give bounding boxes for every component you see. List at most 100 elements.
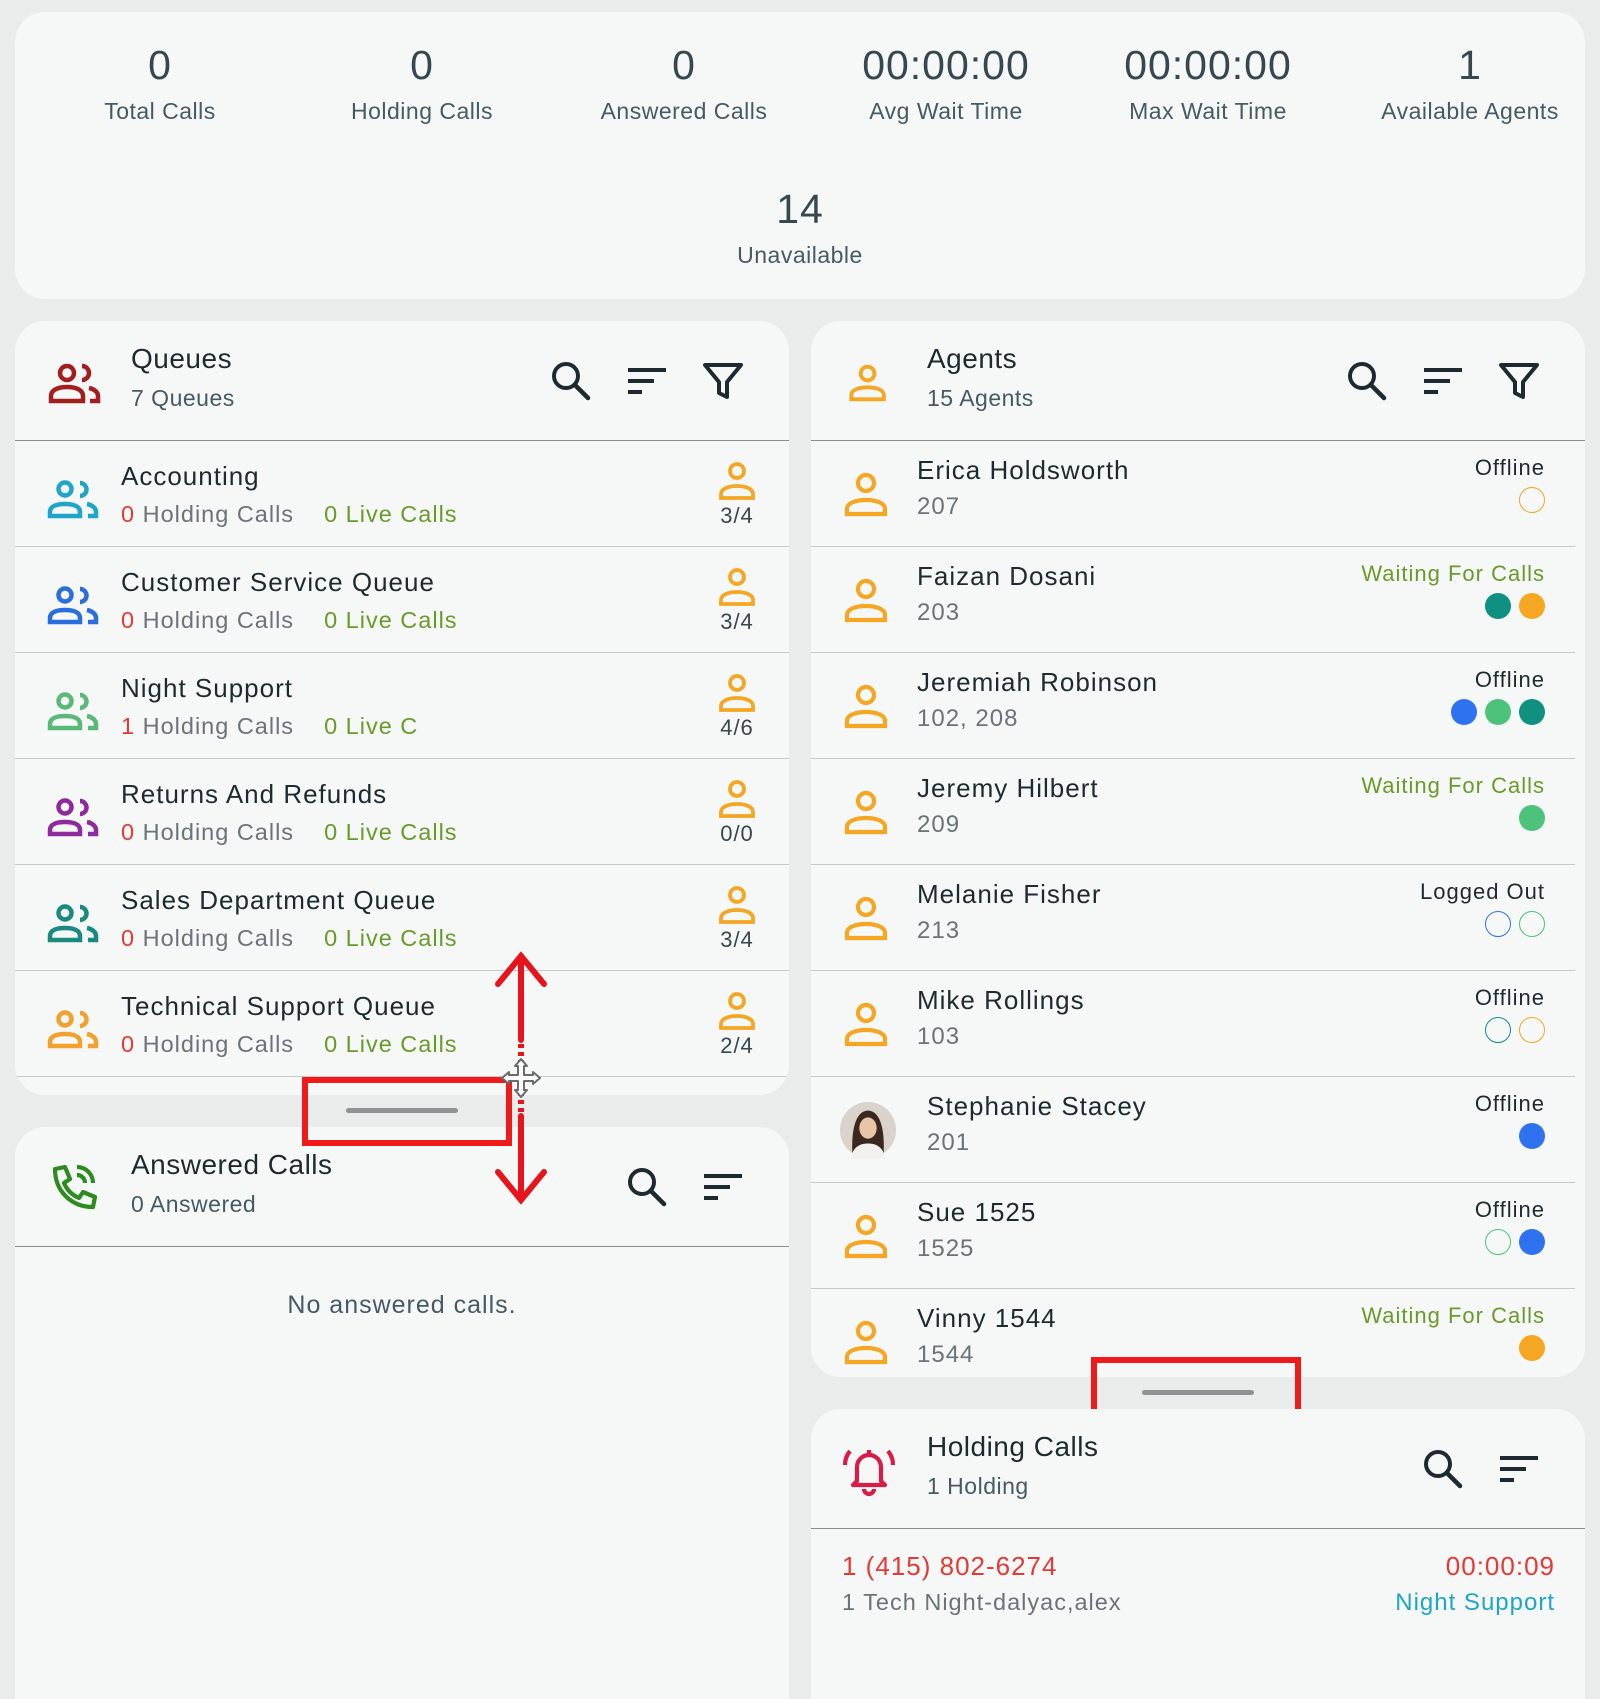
stat-value: 0 [148,42,172,88]
agents-search-button[interactable] [1345,359,1389,403]
agent-row[interactable]: Jeremiah Robinson 102, 208 Offline [811,653,1575,759]
empty-message: No answered calls. [287,1291,517,1319]
stat-answered-calls: 0 Answered Calls [553,40,815,125]
holding-search-button[interactable] [1421,1447,1465,1491]
search-icon [1348,362,1387,401]
queue-status-dots [1519,1335,1545,1361]
agents-sort-button[interactable] [1421,359,1465,403]
live-label: Live Calls [345,501,458,527]
stat-label: Avg Wait Time [869,98,1023,124]
queue-stats: 0 Holding Calls 0 Live Calls [121,819,458,846]
agent-row[interactable]: Sue 1525 1525 Offline [811,1183,1575,1289]
queue-row[interactable]: Technical Support Queue 0 Holding Calls 0 … [15,971,789,1077]
holding-label: Holding Calls [142,1031,295,1057]
agent-row[interactable]: Melanie Fisher 213 Logged Out [811,865,1575,971]
queue-row[interactable]: Night Support 1 Holding Calls 0 Live C 4/6 [15,653,789,759]
agent-name: Jeremy Hilbert [917,773,1099,803]
status-ring [1519,487,1545,513]
live-label: Live Calls [345,1031,458,1057]
queues-filter-button[interactable] [701,359,745,403]
filter-icon [1499,363,1539,399]
agent-row[interactable]: Stephanie Stacey 201 Offline [811,1077,1575,1183]
people-icon [48,363,101,404]
search-icon [628,1168,667,1207]
agent-ratio: 3/4 [720,503,754,528]
person-icon [844,578,888,623]
queue-status-dots [1451,699,1545,725]
answered-search-button[interactable] [625,1165,669,1209]
stat-holding-calls: 0 Holding Calls [291,40,553,125]
wait-time: 00:00:09 [1445,1551,1555,1581]
filter-icon [703,363,743,399]
agents-title: Agents [927,343,1018,374]
agent-name: Sue 1525 [917,1197,1037,1227]
agent-row[interactable]: Faizan Dosani 203 Waiting For Calls [811,547,1575,653]
queues-header: Queues 7 Queues [15,321,789,441]
agent-extension: 1544 [917,1341,975,1368]
answered-count: 0 Answered [131,1191,257,1217]
holding-count: 0 [121,819,136,845]
agent-row[interactable]: Erica Holdsworth 207 Offline [811,441,1575,547]
agent-extension: 207 [917,493,961,520]
agent-extension: 102, 208 [917,705,1019,732]
holding-label: Holding Calls [142,713,295,739]
queues-sort-button[interactable] [625,359,669,403]
status-ring [1485,911,1511,937]
queue-row[interactable]: Accounting 0 Holding Calls 0 Live Calls 3/4 [15,441,789,547]
holding-sort-button[interactable] [1497,1447,1541,1491]
stat-value: 1 [1458,42,1482,88]
stat-unavailable: 14 Unavailable [669,184,931,269]
queue-row[interactable]: Customer Service Queue 0 Holding Calls 0 L… [15,547,789,653]
queue-name: Accounting [121,461,260,491]
agent-ratio: 3/4 [720,927,754,952]
agent-name: Stephanie Stacey [927,1091,1147,1121]
queues-search-button[interactable] [549,359,593,403]
queue-status-dots [1485,593,1545,619]
agents-panel: Agents 15 Agents Erica Holdsworth 207 Offl… [811,321,1585,1377]
stat-label: Holding Calls [350,98,493,124]
holding-count: 0 [121,501,136,527]
queues-count: 7 Queues [131,385,235,411]
agent-row[interactable]: Jeremy Hilbert 209 Waiting For Calls [811,759,1575,865]
agent-row[interactable]: Mike Rollings 103 Offline [811,971,1575,1077]
person-icon [844,684,888,729]
status-ring [1485,1229,1511,1255]
person-icon [719,674,755,712]
agent-status: Waiting For Calls [1361,773,1545,798]
agent-status: Offline [1474,1091,1545,1116]
live-label: Live Calls [345,607,458,633]
stats-card: 0 Total Calls 0 Holding Calls 0 Answered… [15,12,1585,299]
live-count: 0 [324,607,339,633]
queue-row[interactable]: Sales Department Queue 0 Holding Calls 0 L… [15,865,789,971]
agent-status: Logged Out [1420,879,1545,904]
search-icon [1424,1450,1463,1489]
agent-status: Offline [1474,667,1545,692]
status-dot [1519,1229,1545,1255]
queue-link[interactable]: Night Support [1395,1589,1555,1617]
holding-call-row[interactable]: 1 (415) 802-6274 1 Tech Night-dalyac,ale… [811,1531,1585,1641]
queue-row[interactable]: Returns And Refunds 0 Holding Calls 0 Live… [15,759,789,865]
stat-value: 0 [410,42,434,88]
stat-label: Total Calls [104,98,216,124]
stat-value: 0 [672,42,696,88]
person-icon [849,364,886,402]
holding-label: Holding Calls [142,501,295,527]
answered-sort-button[interactable] [701,1165,745,1209]
status-dot [1485,699,1511,725]
queue-stats: 0 Holding Calls 0 Live Calls [121,1031,458,1058]
agent-extension: 1525 [917,1235,975,1262]
status-ring [1519,911,1545,937]
photo-avatar [839,1101,897,1159]
agent-name: Vinny 1544 [917,1303,1057,1333]
agent-name: Melanie Fisher [917,879,1102,909]
stat-label: Unavailable [737,242,863,268]
agent-extension: 203 [917,599,961,626]
live-count: 0 [324,819,339,845]
sort-icon [628,368,666,394]
answered-title: Answered Calls [131,1149,333,1180]
agents-filter-button[interactable] [1497,359,1541,403]
person-icon [719,568,755,606]
live-count: 0 [324,1031,339,1057]
agent-status: Waiting For Calls [1361,561,1545,586]
agent-extension: 201 [927,1129,971,1156]
